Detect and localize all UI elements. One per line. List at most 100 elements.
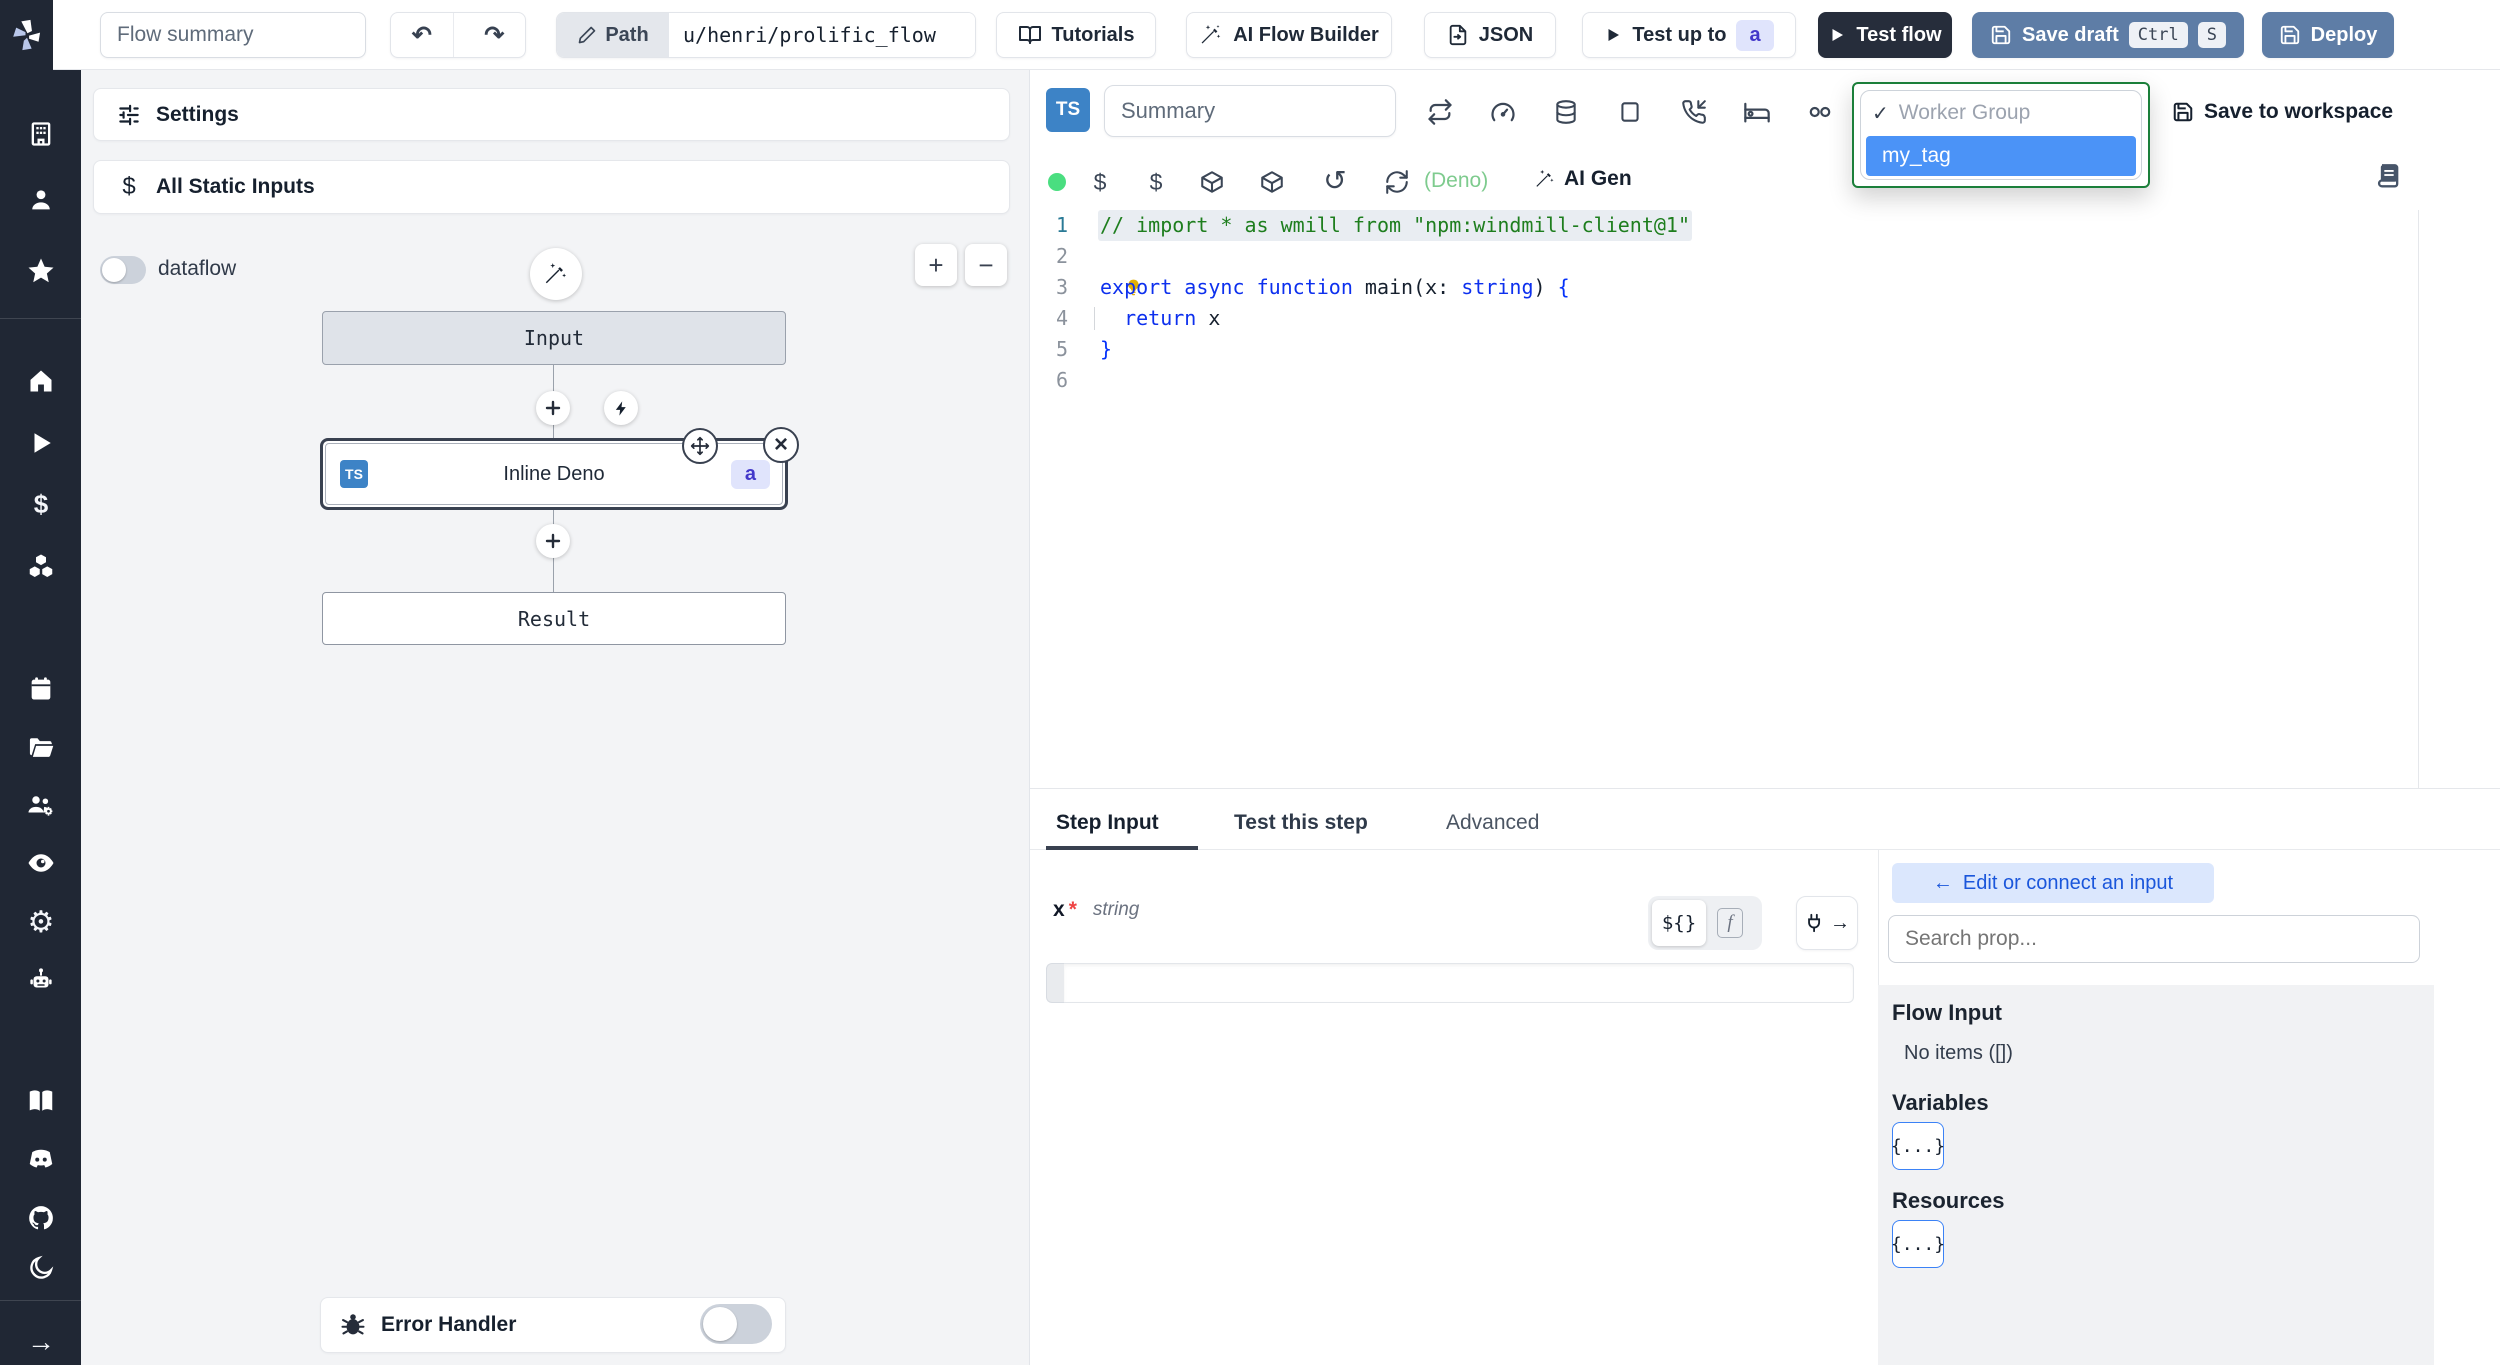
book-open-icon: [1018, 23, 1042, 47]
test-up-to-button[interactable]: Test up to a: [1582, 12, 1796, 58]
result-node-label: Result: [517, 606, 591, 631]
code-editor[interactable]: 1// import * as wmill from "npm:windmill…: [1030, 210, 2500, 788]
worker-group-option-my-tag[interactable]: my_tag: [1866, 136, 2136, 176]
tab-test-this-step[interactable]: Test this step: [1234, 800, 1368, 846]
runs-play-icon[interactable]: [24, 426, 58, 460]
input-drag-grip[interactable]: [1046, 963, 1064, 1003]
path-field[interactable]: Path u/henri/prolific_flow: [556, 12, 976, 58]
save-to-workspace-button[interactable]: Save to workspace: [2172, 100, 2393, 124]
variables-dollar-icon[interactable]: $: [24, 487, 58, 521]
template-mode-toggle[interactable]: ${}: [1652, 900, 1706, 946]
connect-input-plug-button[interactable]: →: [1796, 896, 1858, 950]
ai-flow-builder-button[interactable]: AI Flow Builder: [1186, 12, 1392, 58]
step-summary-input[interactable]: [1104, 85, 1396, 137]
dark-mode-moon-icon[interactable]: [24, 1251, 58, 1285]
flow-node-input[interactable]: Input: [322, 311, 786, 365]
mock-square-icon[interactable]: [1615, 97, 1645, 127]
flow-node-result[interactable]: Result: [322, 592, 786, 645]
flow-summary-input[interactable]: [100, 12, 366, 58]
flow-settings-row[interactable]: Settings: [93, 88, 1010, 141]
zoom-in-button[interactable]: +: [915, 244, 957, 286]
home-icon[interactable]: [24, 364, 58, 398]
redo-button[interactable]: ↷: [464, 13, 526, 57]
favorites-star-icon[interactable]: [24, 254, 58, 288]
active-tab-underline: [1046, 846, 1198, 850]
flow-input-heading: Flow Input: [1892, 1000, 2002, 1025]
fn-icon: f: [1717, 908, 1743, 938]
add-step-button-top[interactable]: [536, 391, 570, 425]
package-icon[interactable]: [1257, 167, 1287, 197]
reset-rotate-ccw-icon[interactable]: ↺: [1320, 165, 1350, 196]
ai-flow-builder-label: AI Flow Builder: [1233, 23, 1379, 46]
dataflow-toggle[interactable]: [100, 256, 146, 284]
test-flow-button[interactable]: Test flow: [1818, 12, 1952, 58]
variables-heading: Variables: [1892, 1090, 1989, 1115]
groups-users-gear-icon[interactable]: [24, 788, 58, 822]
ai-gen-button[interactable]: AI Gen: [1534, 167, 1632, 191]
worker-group-option-label: Worker Group: [1898, 101, 2031, 124]
tabbar-bottom-border: [1030, 849, 2500, 850]
audit-eye-icon[interactable]: [24, 846, 58, 880]
sleep-bed-icon[interactable]: [1742, 97, 1772, 127]
edit-or-connect-button[interactable]: ← Edit or connect an input: [1892, 863, 2214, 903]
variable-picker-dollar-icon[interactable]: $: [1141, 167, 1171, 197]
save-icon: [2172, 101, 2194, 123]
zoom-out-button[interactable]: −: [965, 244, 1007, 286]
search-prop-input[interactable]: [1888, 915, 2420, 963]
settings-gear-icon[interactable]: ⚙: [24, 905, 58, 939]
test-flow-label: Test flow: [1856, 23, 1942, 46]
user-icon[interactable]: [24, 183, 58, 217]
deploy-button[interactable]: Deploy: [2262, 12, 2394, 58]
save-draft-button[interactable]: Save draft Ctrl S: [1972, 12, 2244, 58]
flow-node-inline-deno[interactable]: TS Inline Deno a: [320, 438, 788, 510]
suspend-phone-icon[interactable]: [1679, 97, 1709, 127]
play-icon: [1828, 26, 1846, 44]
all-static-inputs-row[interactable]: $ All Static Inputs: [93, 160, 1010, 214]
folders-icon[interactable]: [24, 730, 58, 764]
sidebar-divider: [0, 1300, 81, 1301]
docs-book-icon[interactable]: [24, 1084, 58, 1118]
schedules-calendar-icon[interactable]: [24, 672, 58, 706]
github-icon[interactable]: [24, 1201, 58, 1235]
ai-robot-icon[interactable]: [24, 963, 58, 997]
required-asterisk: *: [1068, 898, 1077, 921]
assets-dollar-icon[interactable]: $: [1085, 167, 1115, 197]
cache-database-icon[interactable]: [1551, 97, 1581, 127]
json-button[interactable]: JSON: [1424, 12, 1556, 58]
add-trigger-bolt-button[interactable]: [604, 391, 638, 425]
deno-node-label: Inline Deno: [503, 462, 605, 485]
delete-step-button[interactable]: ×: [763, 427, 799, 463]
flow-input-empty-text: No items ([]): [1904, 1042, 2013, 1064]
tab-advanced[interactable]: Advanced: [1446, 800, 1539, 846]
worker-group-dropdown: ✓ Worker Group my_tag: [1852, 82, 2150, 188]
app-sidebar: $ ⚙ →: [0, 0, 81, 1365]
error-handler-toggle[interactable]: [700, 1304, 772, 1344]
resources-object-chip[interactable]: {...}: [1891, 1220, 1945, 1268]
save-icon: [1990, 24, 2012, 46]
expand-sidebar-arrow-icon[interactable]: →: [24, 1325, 58, 1359]
resources-boxes-icon[interactable]: [24, 550, 58, 584]
function-mode-toggle[interactable]: f: [1706, 900, 1754, 946]
input-mode-toggle-group: ${} f: [1648, 896, 1762, 950]
discord-icon[interactable]: [24, 1142, 58, 1176]
move-step-handle[interactable]: [682, 428, 718, 464]
add-step-button-bottom[interactable]: [536, 524, 570, 558]
worker-group-option[interactable]: ✓ Worker Group: [1872, 96, 2030, 130]
undo-button[interactable]: ↶: [391, 13, 454, 57]
windmill-logo[interactable]: [0, 0, 53, 70]
tab-step-input[interactable]: Step Input: [1056, 800, 1159, 846]
script-library-icon[interactable]: [2374, 162, 2404, 192]
ai-builder-wand-button[interactable]: [530, 248, 582, 300]
language-hint: (Deno): [1424, 169, 1489, 192]
retry-icon[interactable]: [1425, 97, 1455, 127]
arg-value-input[interactable]: [1064, 963, 1854, 1003]
package-icon[interactable]: [1197, 167, 1227, 197]
save-icon: [2279, 24, 2301, 46]
gauge-timeout-icon[interactable]: [1488, 97, 1518, 127]
tutorials-button[interactable]: Tutorials: [996, 12, 1156, 58]
pencil-icon: [577, 25, 597, 45]
variables-object-chip[interactable]: {...}: [1891, 1122, 1945, 1170]
concurrency-icon[interactable]: [1805, 97, 1835, 127]
workspace-building-icon[interactable]: [24, 117, 58, 151]
refresh-cycle-icon[interactable]: [1382, 167, 1412, 197]
